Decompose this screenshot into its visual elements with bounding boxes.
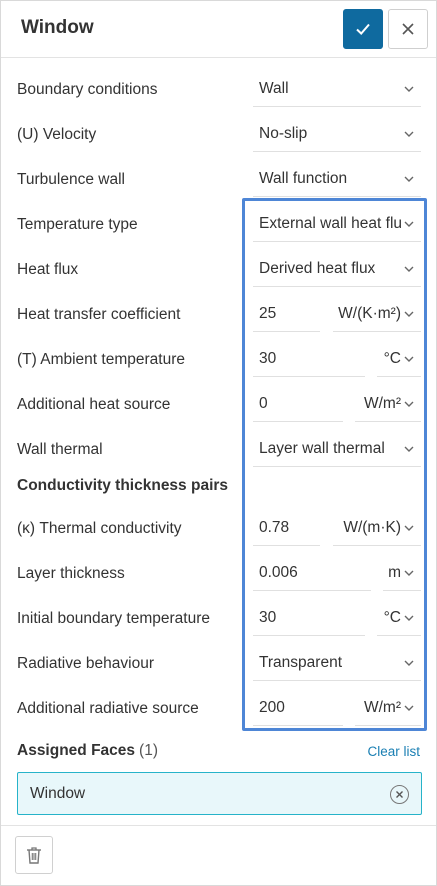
trash-icon xyxy=(27,847,41,864)
assigned-faces-count: (1) xyxy=(139,742,158,759)
clear-list-link[interactable]: Clear list xyxy=(367,744,420,759)
thermal-conductivity-input[interactable]: 0.78 xyxy=(253,509,320,546)
unit-value: W/(m·K) xyxy=(343,519,401,536)
chevron-down-icon xyxy=(404,570,414,576)
assigned-faces-label: Assigned Faces xyxy=(17,742,136,759)
unit-value: W/m² xyxy=(363,699,401,716)
chevron-down-icon xyxy=(404,221,414,227)
close-button[interactable] xyxy=(388,9,428,49)
thermal-conductivity-unit-select[interactable]: W/(m·K) xyxy=(333,509,421,546)
select-value: No-slip xyxy=(259,125,308,142)
unit-value: W/(K·m²) xyxy=(338,305,401,322)
field-label: (T) Ambient temperature xyxy=(17,350,185,368)
chevron-down-icon xyxy=(404,446,414,452)
heat-flux-select[interactable]: Derived heat flux xyxy=(253,250,421,287)
chevron-down-icon xyxy=(404,525,414,531)
chevron-down-icon xyxy=(404,401,414,407)
field-label: Additional radiative source xyxy=(17,699,199,717)
layer-thickness-unit-select[interactable]: m xyxy=(383,554,421,591)
chevron-down-icon xyxy=(404,176,414,182)
heat-transfer-coefficient-unit-select[interactable]: W/(K·m²) xyxy=(333,295,421,332)
panel-header: Window xyxy=(1,1,436,58)
close-icon xyxy=(402,23,414,35)
chevron-down-icon xyxy=(404,356,414,362)
chevron-down-icon xyxy=(404,615,414,621)
input-value: 0.006 xyxy=(259,564,298,581)
additional-heat-source-input[interactable]: 0 xyxy=(253,385,343,422)
section-heading: Conductivity thickness pairs xyxy=(17,476,229,494)
row-ambient-temperature: (T) Ambient temperature xyxy=(1,337,436,382)
select-value: Derived heat flux xyxy=(259,260,376,277)
field-label: (U) Velocity xyxy=(17,125,97,143)
chevron-down-icon xyxy=(404,266,414,272)
confirm-button[interactable] xyxy=(343,9,383,49)
additional-heat-source-unit-select[interactable]: W/m² xyxy=(355,385,421,422)
boundary-condition-panel: Window Boundary conditions Wall (U) Velo… xyxy=(0,0,437,886)
field-label: Initial boundary temperature xyxy=(17,609,211,627)
additional-radiative-source-input[interactable]: 200 xyxy=(253,689,343,726)
select-value: Wall function xyxy=(259,170,348,187)
select-value: External wall heat flu xyxy=(259,215,403,232)
velocity-select[interactable]: No-slip xyxy=(253,115,421,152)
heat-transfer-coefficient-input[interactable]: 25 xyxy=(253,295,320,332)
turbulence-wall-select[interactable]: Wall function xyxy=(253,160,421,197)
field-label: Layer thickness xyxy=(17,564,125,582)
input-value: 25 xyxy=(259,305,277,322)
row-initial-boundary-temperature: Initial boundary temperature xyxy=(1,596,436,641)
wall-thermal-select[interactable]: Layer wall thermal xyxy=(253,430,421,467)
layer-thickness-input[interactable]: 0.006 xyxy=(253,554,371,591)
chevron-down-icon xyxy=(404,311,414,317)
chevron-down-icon xyxy=(404,660,414,666)
unit-value: °C xyxy=(383,609,401,626)
temperature-type-select[interactable]: External wall heat flu xyxy=(253,205,421,242)
field-label: Heat transfer coefficient xyxy=(17,305,181,323)
input-value: 200 xyxy=(259,699,285,716)
select-value: Layer wall thermal xyxy=(259,440,385,457)
radiative-behaviour-select[interactable]: Transparent xyxy=(253,644,421,681)
unit-value: m xyxy=(388,564,401,581)
chevron-down-icon xyxy=(404,705,414,711)
field-label: Turbulence wall xyxy=(17,170,125,188)
conductivity-thickness-pairs-heading: Conductivity thickness pairs xyxy=(1,463,436,508)
panel-title: Window xyxy=(21,17,94,38)
check-icon xyxy=(356,23,370,35)
remove-face-button[interactable] xyxy=(390,785,409,804)
additional-radiative-source-unit-select[interactable]: W/m² xyxy=(355,689,421,726)
assigned-face-item[interactable]: Window xyxy=(17,772,422,815)
field-label: Wall thermal xyxy=(17,440,103,458)
select-value: Wall xyxy=(259,80,289,97)
select-value: Transparent xyxy=(259,654,342,671)
input-value: 30 xyxy=(259,350,277,367)
chevron-down-icon xyxy=(404,131,414,137)
ambient-temperature-input[interactable]: 30 xyxy=(253,340,365,377)
input-value: 0 xyxy=(259,395,268,412)
delete-button[interactable] xyxy=(15,836,53,874)
input-value: 30 xyxy=(259,609,277,626)
initial-boundary-temperature-input[interactable]: 30 xyxy=(253,599,365,636)
footer-divider xyxy=(1,825,436,826)
field-label: Additional heat source xyxy=(17,395,171,413)
field-label: Boundary conditions xyxy=(17,80,158,98)
assigned-faces-heading: Assigned Faces (1) xyxy=(17,742,158,760)
field-label: (κ) Thermal conductivity xyxy=(17,519,182,537)
unit-value: °C xyxy=(383,350,401,367)
boundary-conditions-select[interactable]: Wall xyxy=(253,70,421,107)
initial-boundary-temperature-unit-select[interactable]: °C xyxy=(377,599,421,636)
ambient-temperature-unit-select[interactable]: °C xyxy=(377,340,421,377)
unit-value: W/m² xyxy=(363,395,401,412)
input-value: 0.78 xyxy=(259,519,290,536)
field-label: Heat flux xyxy=(17,260,79,278)
close-icon xyxy=(396,791,403,798)
assigned-face-name: Window xyxy=(30,785,86,802)
field-label: Temperature type xyxy=(17,215,138,233)
field-label: Radiative behaviour xyxy=(17,654,155,672)
chevron-down-icon xyxy=(404,86,414,92)
